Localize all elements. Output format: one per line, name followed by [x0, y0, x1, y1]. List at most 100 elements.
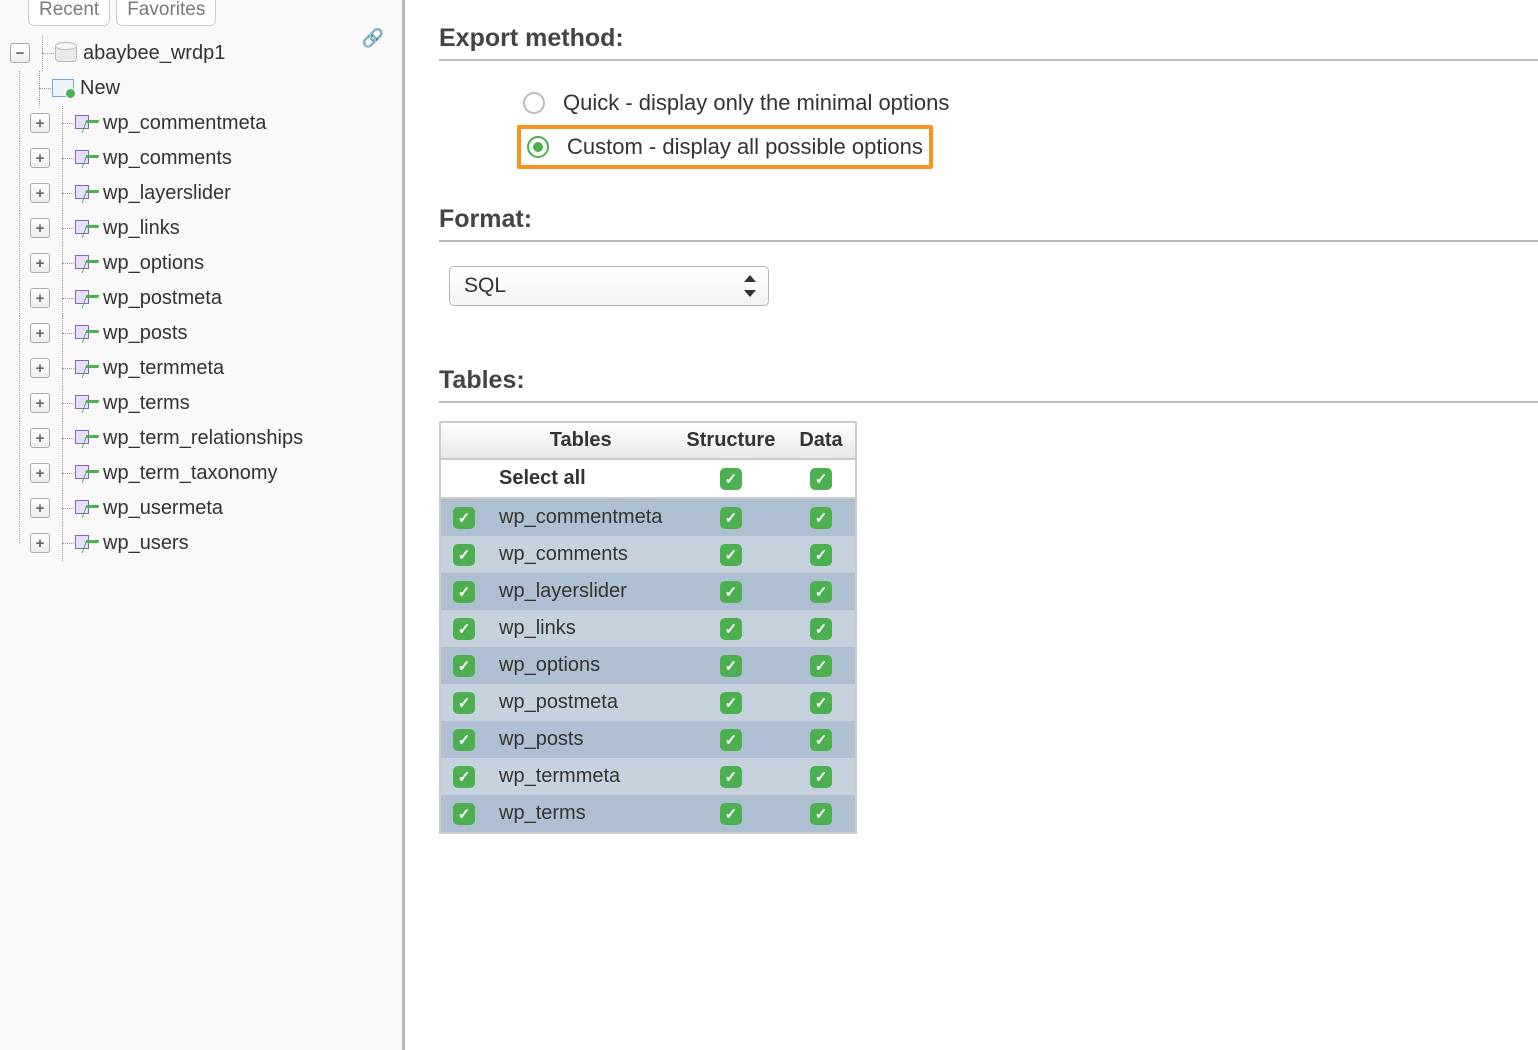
expand-icon[interactable]: + [30, 323, 50, 343]
radio-quick-row[interactable]: Quick - display only the minimal options [517, 85, 955, 121]
row-table-name: wp_commentmeta [487, 498, 674, 536]
row-select-checkbox[interactable]: ✓ [453, 729, 475, 751]
table-row: ✓ wp_postmeta ✓ ✓ [440, 684, 856, 721]
collapse-icon[interactable]: − [10, 43, 30, 63]
select-all-label[interactable]: Select all [487, 459, 674, 498]
expand-icon[interactable]: + [30, 428, 50, 448]
expand-icon[interactable]: + [30, 463, 50, 483]
expand-icon[interactable]: + [30, 253, 50, 273]
row-data-checkbox[interactable]: ✓ [810, 766, 832, 788]
tree-table-row[interactable]: + wp_links [10, 211, 398, 246]
sidebar-tabs: Recent Favorites [0, 0, 402, 26]
tree-table-row[interactable]: +wp_terms [10, 386, 398, 421]
row-data-checkbox[interactable]: ✓ [810, 692, 832, 714]
row-structure-checkbox[interactable]: ✓ [720, 803, 742, 825]
row-structure-checkbox[interactable]: ✓ [720, 692, 742, 714]
expand-icon[interactable]: + [30, 358, 50, 378]
database-icon [55, 44, 77, 62]
row-data-checkbox[interactable]: ✓ [810, 803, 832, 825]
tree-table-row[interactable]: +wp_options [10, 246, 398, 281]
row-select-checkbox[interactable]: ✓ [453, 581, 475, 603]
row-structure-checkbox[interactable]: ✓ [720, 507, 742, 529]
row-structure-checkbox[interactable]: ✓ [720, 544, 742, 566]
tree-table-label: wp_layerslider [103, 182, 231, 205]
row-table-name: wp_postmeta [487, 684, 674, 721]
expand-icon[interactable]: + [30, 288, 50, 308]
row-structure-checkbox[interactable]: ✓ [720, 618, 742, 640]
col-structure: Structure [674, 422, 787, 459]
tree-db-row[interactable]: − abaybee_wrdp1 [10, 36, 398, 71]
col-data: Data [787, 422, 855, 459]
row-data-checkbox[interactable]: ✓ [810, 729, 832, 751]
tree-table-label: wp_links [103, 217, 180, 240]
tree-new-row[interactable]: New [10, 71, 398, 106]
table-row: ✓wp_termmeta✓✓ [440, 758, 856, 795]
table-icon [75, 393, 97, 413]
format-select-value: SQL [464, 274, 506, 298]
table-icon [75, 463, 97, 483]
tree-table-row[interactable]: +wp_termmeta [10, 351, 398, 386]
table-icon [75, 288, 97, 308]
table-row: ✓ wp_links ✓ ✓ [440, 610, 856, 647]
row-structure-checkbox[interactable]: ✓ [720, 581, 742, 603]
table-row: ✓wp_comments✓✓ [440, 536, 856, 573]
expand-icon[interactable]: + [30, 148, 50, 168]
expand-icon[interactable]: + [30, 183, 50, 203]
tree-table-row[interactable]: +wp_posts [10, 316, 398, 351]
tree-table-row[interactable]: + wp_users [10, 526, 398, 561]
row-select-checkbox[interactable]: ✓ [453, 544, 475, 566]
tree-table-row[interactable]: + wp_layerslider [10, 176, 398, 211]
row-select-checkbox[interactable]: ✓ [453, 655, 475, 677]
tree-table-row[interactable]: +wp_commentmeta [10, 106, 398, 141]
expand-icon[interactable]: + [30, 533, 50, 553]
row-data-checkbox[interactable]: ✓ [810, 544, 832, 566]
select-all-row: Select all ✓ ✓ [440, 459, 856, 498]
tab-favorites[interactable]: Favorites [116, 0, 216, 26]
radio-quick[interactable] [523, 92, 545, 114]
select-all-structure-checkbox[interactable]: ✓ [720, 468, 742, 490]
table-row: ✓wp_layerslider✓✓ [440, 573, 856, 610]
select-all-data-checkbox[interactable]: ✓ [810, 468, 832, 490]
table-icon [75, 253, 97, 273]
row-structure-checkbox[interactable]: ✓ [720, 655, 742, 677]
table-icon [75, 183, 97, 203]
format-select[interactable]: SQL [449, 266, 769, 306]
new-table-icon [52, 79, 74, 97]
tree-table-label: wp_users [103, 532, 189, 555]
row-data-checkbox[interactable]: ✓ [810, 507, 832, 529]
tree-table-row[interactable]: + wp_comments [10, 141, 398, 176]
expand-icon[interactable]: + [30, 498, 50, 518]
nav-tree: − abaybee_wrdp1 New +wp_commentmeta+wp_c… [0, 26, 402, 561]
tree-table-label: wp_usermeta [103, 497, 223, 520]
radio-custom[interactable] [527, 136, 549, 158]
main-content: Export method: Quick - display only the … [405, 0, 1538, 1050]
tree-table-row[interactable]: +wp_term_taxonomy [10, 456, 398, 491]
radio-custom-row[interactable]: Custom - display all possible options [517, 125, 933, 169]
row-select-checkbox[interactable]: ✓ [453, 803, 475, 825]
row-data-checkbox[interactable]: ✓ [810, 581, 832, 603]
table-icon [75, 428, 97, 448]
expand-icon[interactable]: + [30, 113, 50, 133]
row-data-checkbox[interactable]: ✓ [810, 655, 832, 677]
export-method-heading: Export method: [439, 24, 1538, 61]
tree-table-row[interactable]: +wp_postmeta [10, 281, 398, 316]
row-table-name: wp_options [487, 647, 674, 684]
tree-table-label: wp_term_relationships [103, 427, 303, 450]
row-select-checkbox[interactable]: ✓ [453, 507, 475, 529]
row-select-checkbox[interactable]: ✓ [453, 766, 475, 788]
col-tables: Tables [487, 422, 674, 459]
row-select-checkbox[interactable]: ✓ [453, 692, 475, 714]
row-table-name: wp_links [487, 610, 674, 647]
tree-table-label: wp_comments [103, 147, 232, 170]
row-structure-checkbox[interactable]: ✓ [720, 729, 742, 751]
link-icon[interactable]: 🔗 [362, 28, 384, 49]
tree-table-row[interactable]: + wp_term_relationships [10, 421, 398, 456]
expand-icon[interactable]: + [30, 393, 50, 413]
row-data-checkbox[interactable]: ✓ [810, 618, 832, 640]
row-structure-checkbox[interactable]: ✓ [720, 766, 742, 788]
row-select-checkbox[interactable]: ✓ [453, 618, 475, 640]
expand-icon[interactable]: + [30, 218, 50, 238]
tree-table-row[interactable]: + wp_usermeta [10, 491, 398, 526]
tab-recent[interactable]: Recent [28, 0, 110, 26]
row-table-name: wp_terms [487, 795, 674, 833]
